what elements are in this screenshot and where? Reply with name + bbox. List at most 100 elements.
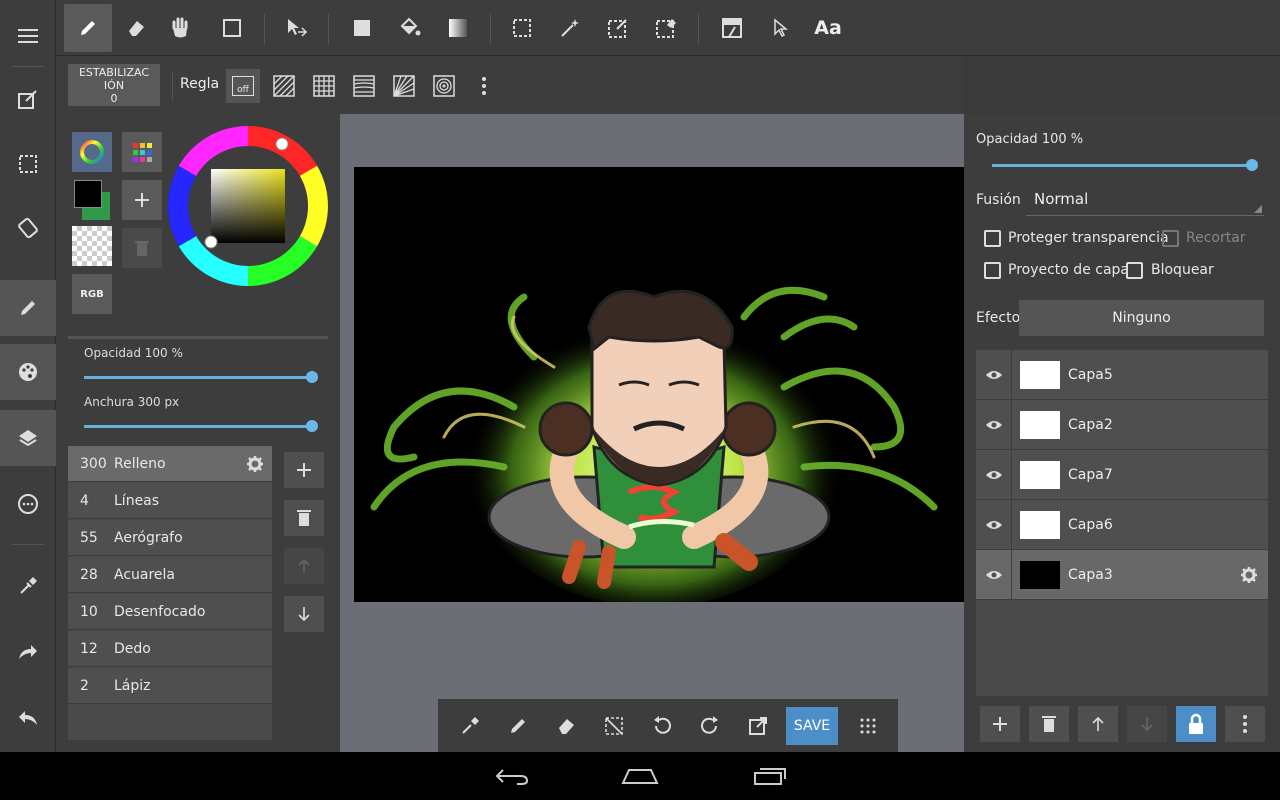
more-vert-icon[interactable] <box>467 69 501 103</box>
save-button[interactable]: SAVE <box>786 707 838 745</box>
brush-icon[interactable] <box>0 280 56 336</box>
hand-icon[interactable] <box>156 4 204 52</box>
layer-item[interactable]: Capa7 <box>976 449 1268 500</box>
back-icon[interactable] <box>490 762 534 790</box>
ruler-perspective-icon[interactable] <box>387 69 421 103</box>
visibility-eye-icon[interactable] <box>976 399 1012 450</box>
select-pen-icon[interactable] <box>594 4 642 52</box>
blend-select[interactable]: Normal <box>1026 184 1264 216</box>
layer-item[interactable]: Capa2 <box>976 399 1268 450</box>
pen-icon[interactable] <box>64 4 112 52</box>
bucket-icon[interactable] <box>386 4 434 52</box>
ruler-off-button[interactable]: off <box>226 69 260 103</box>
gradient-icon[interactable] <box>434 4 482 52</box>
visibility-eye-icon[interactable] <box>976 349 1012 400</box>
home-icon[interactable] <box>618 762 662 790</box>
apps-grid-icon[interactable] <box>848 707 888 745</box>
recents-icon[interactable] <box>748 762 792 790</box>
layer-item[interactable]: Capa3 <box>976 549 1268 600</box>
delete-brush-button[interactable] <box>284 500 324 536</box>
canvas-area[interactable]: SAVE <box>340 114 964 752</box>
brush-width-knob[interactable] <box>306 420 318 432</box>
brush-item[interactable]: 4 Líneas <box>68 483 272 519</box>
rotate-left-icon[interactable] <box>642 707 682 745</box>
eraser-quick-icon[interactable] <box>546 707 586 745</box>
delete-layer-button[interactable] <box>1029 706 1069 742</box>
color-wheel-mode-icon[interactable] <box>72 132 112 172</box>
layer-draft-checkbox[interactable] <box>984 262 1001 279</box>
layer-settings-icon[interactable] <box>1240 566 1258 584</box>
canvas-artwork[interactable] <box>354 167 964 602</box>
lock-checkbox[interactable] <box>1126 262 1143 279</box>
add-brush-button[interactable] <box>284 452 324 488</box>
brush-item[interactable]: 10 Desenfocado <box>68 594 272 630</box>
move-icon[interactable] <box>272 4 320 52</box>
palette-icon[interactable] <box>0 344 56 400</box>
select-rect-icon[interactable] <box>498 4 546 52</box>
layer-opacity-slider[interactable] <box>992 164 1252 167</box>
more-circle-icon[interactable] <box>0 476 56 532</box>
edit-canvas-icon[interactable] <box>0 72 56 128</box>
fill-rect-icon[interactable] <box>338 4 386 52</box>
deselect-icon[interactable] <box>594 707 634 745</box>
color-swatch[interactable] <box>72 178 112 220</box>
move-layer-up-button[interactable] <box>1078 706 1118 742</box>
ruler-lines-icon[interactable] <box>347 69 381 103</box>
brush-opacity-knob[interactable] <box>306 371 318 383</box>
layer-more-icon[interactable] <box>1225 706 1265 742</box>
protect-transparency-checkbox[interactable] <box>984 230 1001 247</box>
brush-opacity-slider[interactable] <box>84 376 312 379</box>
layer-opacity-knob[interactable] <box>1246 159 1258 171</box>
eyedropper-icon[interactable] <box>450 707 490 745</box>
redo-icon[interactable] <box>0 624 56 680</box>
brush-name: Desenfocado <box>114 603 206 620</box>
brush-item[interactable]: 55 Aerógrafo <box>68 520 272 556</box>
brush-item[interactable]: 12 Dedo <box>68 631 272 667</box>
export-icon[interactable] <box>738 707 778 745</box>
pointer-icon[interactable] <box>756 4 804 52</box>
brush-item[interactable]: 28 Acuarela <box>68 557 272 593</box>
magic-wand-icon[interactable] <box>546 4 594 52</box>
add-color-icon[interactable] <box>122 180 162 220</box>
transform-icon[interactable] <box>708 4 756 52</box>
selection-icon[interactable] <box>0 136 56 192</box>
layer-item[interactable]: Capa6 <box>976 499 1268 550</box>
rgb-button[interactable]: RGB <box>72 274 112 314</box>
visibility-eye-icon[interactable] <box>976 449 1012 500</box>
menu-icon[interactable] <box>0 8 56 64</box>
brush-item[interactable]: 2 Lápiz <box>68 668 272 704</box>
visibility-eye-icon[interactable] <box>976 499 1012 550</box>
ruler-concentric-icon[interactable] <box>427 69 461 103</box>
brush-size: 2 <box>80 677 89 694</box>
add-layer-button[interactable] <box>980 706 1020 742</box>
rotate-canvas-icon[interactable] <box>0 200 56 256</box>
lock-layer-icon[interactable] <box>1176 706 1216 742</box>
rect-icon[interactable] <box>208 4 256 52</box>
ruler-grid-icon[interactable] <box>307 69 341 103</box>
transparent-color-icon[interactable] <box>72 226 112 266</box>
layer-panel: Opacidad 100 % Fusión Normal Proteger tr… <box>964 114 1280 752</box>
visibility-eye-icon[interactable] <box>976 549 1012 600</box>
rotate-right-icon[interactable] <box>690 707 730 745</box>
delete-color-icon <box>122 228 162 268</box>
layer-item[interactable]: Capa5 <box>976 349 1268 400</box>
eyedropper-icon[interactable] <box>0 558 56 614</box>
brush-name: Relleno <box>114 455 166 472</box>
brush-width-slider[interactable] <box>84 425 312 428</box>
effect-button[interactable]: Ninguno <box>1019 300 1264 336</box>
layers-icon[interactable] <box>0 410 56 466</box>
eraser-icon[interactable] <box>112 4 160 52</box>
ruler-parallel-icon[interactable] <box>267 69 301 103</box>
stabilizer-button[interactable]: ESTABILIZACIÓN 0 <box>68 64 160 106</box>
brush-item[interactable]: 300 Relleno <box>68 446 272 482</box>
brush-size: 12 <box>80 640 98 657</box>
stabilizer-value: 0 <box>110 91 118 105</box>
select-eraser-icon[interactable] <box>642 4 690 52</box>
move-brush-down-button[interactable] <box>284 596 324 632</box>
brush-settings-icon[interactable] <box>246 455 264 473</box>
text-tool-button[interactable]: Aa <box>804 4 852 52</box>
pen-quick-icon[interactable] <box>498 707 538 745</box>
undo-icon[interactable] <box>0 690 56 746</box>
color-wheel[interactable] <box>168 126 328 286</box>
palette-grid-icon[interactable] <box>122 132 162 172</box>
